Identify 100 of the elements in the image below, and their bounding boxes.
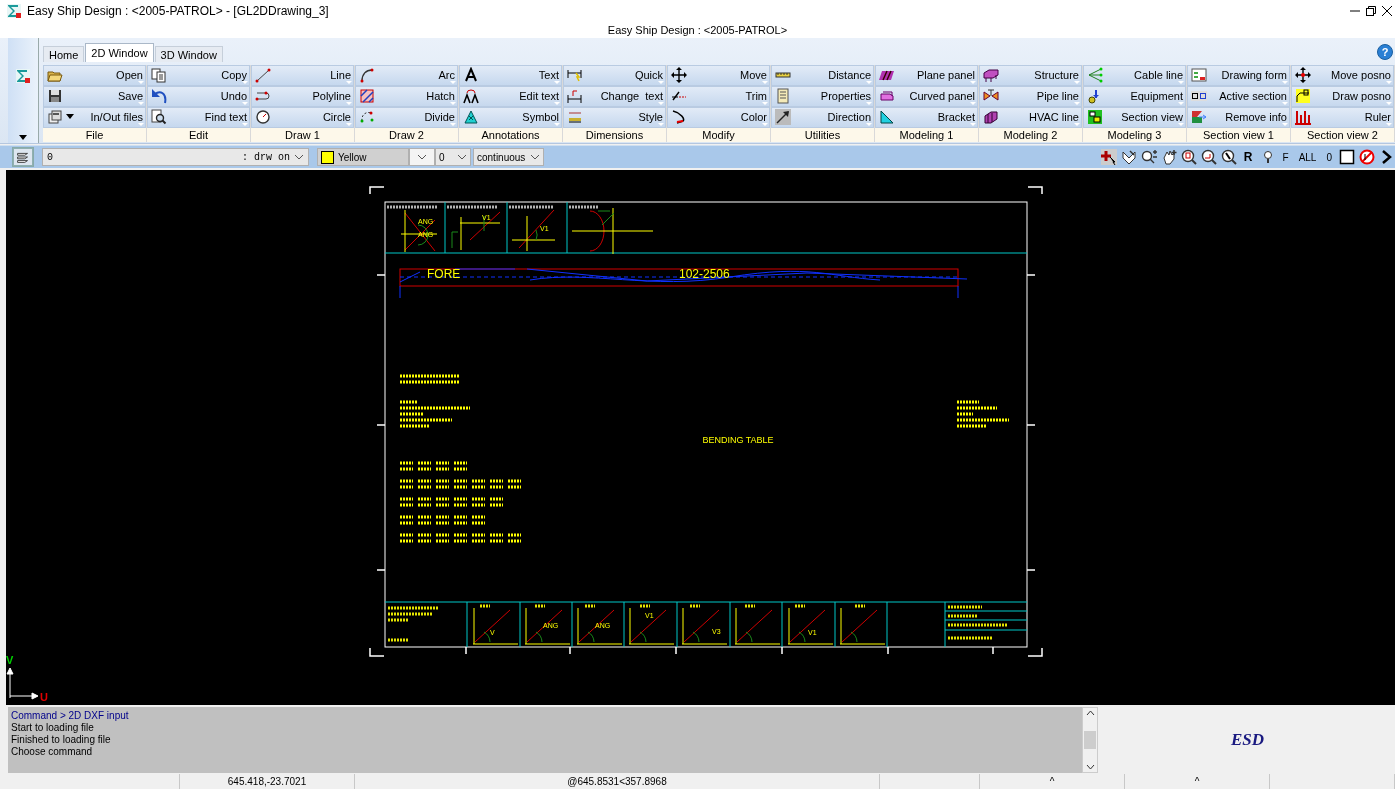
pan-hand-icon[interactable] — [1160, 149, 1177, 166]
right-triangle-icon — [879, 109, 895, 126]
status-text: 645.418,-23.7021 — [227, 776, 307, 788]
branch-icon — [1087, 67, 1103, 84]
ribbon-button[interactable]: Save — [43, 85, 146, 107]
dropdown-arrow-icon[interactable] — [19, 135, 27, 142]
axis-indicator-drawing — [6, 667, 39, 700]
scrollbar[interactable] — [1082, 707, 1098, 774]
circle-icon — [255, 109, 271, 126]
app-logo-icon — [6, 2, 22, 19]
v-axis-label: V — [6, 654, 14, 666]
ribbon-button[interactable]: HVAC line — [979, 106, 1082, 128]
status-text: ^ — [1194, 776, 1200, 788]
copy-icon — [151, 67, 167, 84]
ribbon-button[interactable]: Trim — [667, 85, 770, 107]
square-icon[interactable] — [1339, 149, 1355, 166]
ribbon-button[interactable]: Copy — [147, 64, 250, 86]
ribbon-button[interactable]: Bracket — [875, 106, 978, 128]
move-arrows-icon — [1295, 67, 1311, 84]
app-subtitle: Easy Ship Design : <2005-PATROL> — [607, 23, 788, 36]
ribbon-tab[interactable]: Home — [43, 45, 85, 62]
window-title: Easy Ship Design : <2005-PATROL> - [GL2DDrawing_3] — [27, 3, 330, 18]
zoom-all-icon[interactable] — [1220, 149, 1237, 166]
ribbon-button[interactable]: Active section — [1187, 85, 1290, 107]
ribbon-button[interactable]: Hatch — [355, 85, 458, 107]
ribbon-button[interactable]: Arc — [355, 64, 458, 86]
ribbon-button[interactable]: Draw posno — [1291, 85, 1394, 107]
ribbon-button[interactable]: Open — [43, 64, 146, 86]
scroll-up-icon[interactable] — [1085, 710, 1095, 716]
chevron-down-icon — [417, 153, 427, 162]
document-stack-icon — [47, 109, 63, 126]
zoom-in-out-icon[interactable] — [1140, 149, 1157, 166]
ribbon-button[interactable]: Edit text — [459, 85, 562, 107]
scroll-thumb[interactable] — [1084, 731, 1096, 750]
ribbon-button[interactable]: Circle — [251, 106, 354, 128]
ribbon-button[interactable]: Section view — [1083, 106, 1186, 128]
ribbon-button[interactable]: Structure — [979, 64, 1082, 86]
ribbon-button[interactable]: In/Out files — [43, 106, 146, 128]
brand-logo-text: ESD — [1230, 730, 1265, 751]
layer-dropdown[interactable]: 0 : drw on — [42, 148, 309, 167]
zoom-window-icon[interactable] — [1180, 149, 1197, 166]
ribbon-button[interactable]: Direction — [771, 106, 874, 128]
tool-button[interactable]: R — [1240, 150, 1256, 165]
ribbon-button[interactable]: Divide — [355, 106, 458, 128]
ribbon-button[interactable]: Cable line — [1083, 64, 1186, 86]
dimension-style-icon — [567, 109, 583, 126]
ribbon-button[interactable]: Change text — [563, 85, 666, 107]
ribbon-button[interactable]: Quick — [563, 64, 666, 86]
dropdown-arrow-icon — [66, 114, 74, 121]
ribbon-button[interactable]: Remove info — [1187, 106, 1290, 128]
ribbon-button[interactable]: Polyline — [251, 85, 354, 107]
form-icon — [1191, 67, 1207, 84]
zoom-previous-icon[interactable] — [1200, 149, 1217, 166]
ribbon-button[interactable]: Find text — [147, 106, 250, 128]
linetype-dropdown[interactable]: continuous — [473, 148, 544, 167]
ribbon-tab[interactable]: 3D Window — [154, 45, 223, 62]
pointer-icon[interactable] — [1100, 149, 1117, 166]
chevron-down-icon — [530, 153, 540, 162]
chevron-down-icon — [457, 153, 467, 162]
serif-letter-icon — [463, 67, 479, 84]
color-swatch — [321, 150, 334, 164]
dimension-icon — [567, 67, 583, 84]
ribbon-button[interactable]: Move — [667, 64, 770, 86]
ribbon-button[interactable]: Move posno — [1291, 64, 1394, 86]
line-icon — [255, 67, 271, 84]
ribbon-button[interactable]: Properties — [771, 85, 874, 107]
ribbon-button[interactable]: Style — [563, 106, 666, 128]
no-entry-icon[interactable] — [1359, 149, 1375, 166]
ribbon-button[interactable]: Color — [667, 106, 770, 128]
ribbon-button[interactable]: Text — [459, 64, 562, 86]
command-line: Choose command — [11, 746, 94, 758]
ribbon-button[interactable]: Distance — [771, 64, 874, 86]
ribbon-button[interactable]: Plane panel — [875, 64, 978, 86]
scroll-down-icon[interactable] — [1085, 764, 1095, 771]
ribbon-tab[interactable]: 2D Window — [85, 42, 154, 62]
command-line: Start to loading file — [11, 722, 95, 734]
arc-icon — [359, 67, 375, 84]
tool-button[interactable]: 0 — [1323, 151, 1335, 163]
ribbon-button[interactable]: Ruler — [1291, 106, 1394, 128]
curve-icon — [671, 109, 687, 126]
color-dropdown[interactable]: Yellow — [317, 148, 409, 167]
tool-button[interactable]: ALL — [1295, 151, 1320, 163]
help-button[interactable]: ? — [1377, 43, 1393, 60]
profile-id-label: 102-2506 — [679, 267, 730, 281]
ribbon-button[interactable]: Undo — [147, 85, 250, 107]
tool-button[interactable]: F — [1279, 151, 1292, 163]
ribbon-button[interactable]: Equipment — [1083, 85, 1186, 107]
ribbon-button[interactable]: Symbol — [459, 106, 562, 128]
ribbon-button[interactable]: Pipe line — [979, 85, 1082, 107]
app-logo-icon — [15, 67, 31, 84]
hatch-icon — [359, 88, 375, 105]
ribbon-button[interactable]: Line — [251, 64, 354, 86]
ribbon-button[interactable]: Drawing form — [1187, 64, 1290, 86]
duct-icon — [983, 109, 999, 126]
dimension-icon — [567, 88, 583, 105]
status-text: @645.8531<357.8968 — [567, 776, 667, 788]
layers-icon[interactable] — [12, 147, 34, 168]
u-axis-label: U — [40, 691, 48, 703]
lineweight-dropdown[interactable]: 0 — [435, 148, 471, 167]
ribbon-button[interactable]: Curved panel — [875, 85, 978, 107]
